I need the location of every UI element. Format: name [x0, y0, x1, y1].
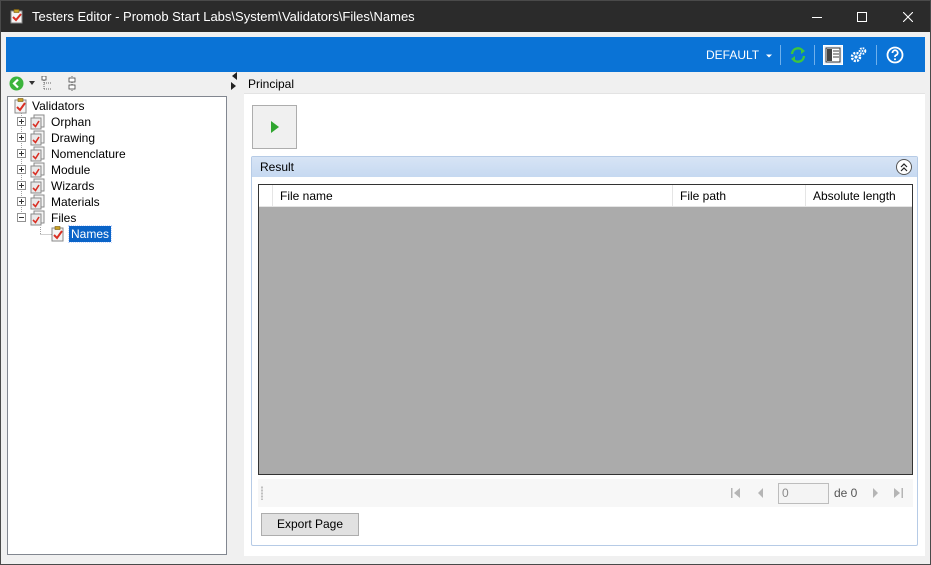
app-clipboard-icon — [10, 9, 23, 24]
refresh-icon[interactable] — [789, 46, 807, 64]
result-group: Result File name File path Absolute leng… — [251, 156, 918, 546]
pager-bar: 0 de 0 — [258, 479, 913, 507]
tree-collapse-icon[interactable] — [67, 76, 77, 92]
table-header: File name File path Absolute length — [259, 185, 912, 207]
expand-icon[interactable] — [17, 165, 26, 174]
first-page-icon[interactable] — [730, 487, 742, 499]
tree-item-drawing[interactable]: Drawing — [13, 130, 193, 146]
ribbon-separator — [780, 45, 781, 65]
splitter-toggle[interactable] — [229, 71, 239, 91]
tree-toolbar — [6, 73, 228, 95]
testers-editor-window: Testers Editor - Promob Start Labs\Syste… — [0, 0, 931, 565]
tree-expand-icon[interactable] — [41, 76, 55, 92]
title-bar: Testers Editor - Promob Start Labs\Syste… — [1, 1, 930, 32]
next-page-icon[interactable] — [869, 487, 881, 499]
help-icon[interactable] — [886, 46, 904, 64]
tree-item-materials[interactable]: Materials — [13, 194, 193, 210]
result-group-header: Result — [252, 157, 917, 177]
ribbon-bar: DEFAULT — [6, 37, 925, 72]
maximize-icon — [857, 11, 867, 22]
validator-group-icon — [30, 194, 45, 210]
expand-icon[interactable] — [17, 181, 26, 190]
dropdown-arrow-icon[interactable] — [29, 81, 35, 85]
validator-group-icon — [30, 162, 45, 178]
tree-item-names-label: Names — [67, 225, 113, 243]
window-title: Testers Editor - Promob Start Labs\Syste… — [32, 9, 415, 24]
result-table[interactable]: File name File path Absolute length — [258, 184, 913, 475]
export-page-button[interactable]: Export Page — [261, 513, 359, 536]
tree-item-label: Materials — [51, 195, 100, 209]
tab-principal[interactable]: Principal — [248, 77, 294, 91]
validator-group-icon — [30, 210, 45, 226]
chevron-down-icon — [766, 54, 773, 58]
tree-item-label: Module — [51, 163, 91, 177]
close-icon — [903, 11, 913, 22]
profile-dropdown[interactable]: DEFAULT — [706, 48, 773, 62]
tree-item-label: Files — [51, 211, 77, 225]
run-button[interactable] — [252, 105, 297, 149]
column-header-file-path[interactable]: File path — [672, 185, 805, 207]
ribbon-separator — [876, 45, 877, 65]
minimize-icon — [812, 16, 822, 18]
layout-panel-icon[interactable] — [823, 45, 843, 65]
tree-root-label: Validators — [32, 99, 85, 113]
profile-label: DEFAULT — [706, 48, 759, 62]
validator-group-icon — [30, 178, 45, 194]
ribbon-separator — [814, 45, 815, 65]
tree-item-module[interactable]: Module — [13, 162, 193, 178]
collapse-button[interactable] — [896, 159, 912, 175]
tree-item-wizards[interactable]: Wizards — [13, 178, 193, 194]
expand-icon[interactable] — [17, 149, 26, 158]
page-count-label: de 0 — [834, 486, 858, 500]
minimize-button[interactable] — [794, 1, 840, 32]
page-number-input[interactable]: 0 — [778, 483, 829, 504]
validator-group-icon — [30, 146, 45, 162]
arrow-left-icon — [232, 72, 237, 80]
validator-clipboard-icon — [51, 226, 64, 242]
tree-root-validators[interactable]: Validators — [13, 98, 163, 114]
expand-icon[interactable] — [17, 133, 26, 142]
tree-item-label: Nomenclature — [51, 147, 126, 161]
tree-item-label: Wizards — [51, 179, 95, 193]
maximize-button[interactable] — [839, 1, 885, 32]
collapse-icon[interactable] — [17, 213, 26, 222]
tree-connector — [40, 227, 52, 235]
divider — [244, 93, 925, 94]
validator-group-icon — [30, 114, 45, 130]
tree-item-orphan[interactable]: Orphan — [13, 114, 193, 130]
back-icon[interactable] — [9, 76, 24, 91]
validators-tree[interactable]: Validators Orphan Drawing Nomenclature Modu… — [7, 96, 227, 555]
close-button[interactable] — [885, 1, 931, 32]
column-header-file-name[interactable]: File name — [272, 185, 672, 207]
tree-item-label: Orphan — [51, 115, 92, 129]
previous-page-icon[interactable] — [755, 487, 767, 499]
double-chevron-up-icon — [900, 162, 908, 171]
play-icon — [270, 121, 279, 133]
expand-icon[interactable] — [17, 197, 26, 206]
expand-icon[interactable] — [17, 117, 26, 126]
tree-item-nomenclature[interactable]: Nomenclature — [13, 146, 193, 162]
tree-item-label: Drawing — [51, 131, 96, 145]
validator-clipboard-icon — [14, 98, 27, 114]
validator-group-icon — [30, 130, 45, 146]
tree-item-names[interactable]: Names — [40, 225, 130, 243]
result-title: Result — [260, 160, 295, 174]
column-header-absolute-length[interactable]: Absolute length — [805, 185, 912, 207]
grip-handle[interactable] — [261, 486, 263, 500]
settings-gears-icon[interactable] — [849, 46, 867, 64]
last-page-icon[interactable] — [892, 487, 904, 499]
tree-item-files[interactable]: Files — [13, 210, 193, 226]
arrow-right-icon — [231, 82, 236, 90]
